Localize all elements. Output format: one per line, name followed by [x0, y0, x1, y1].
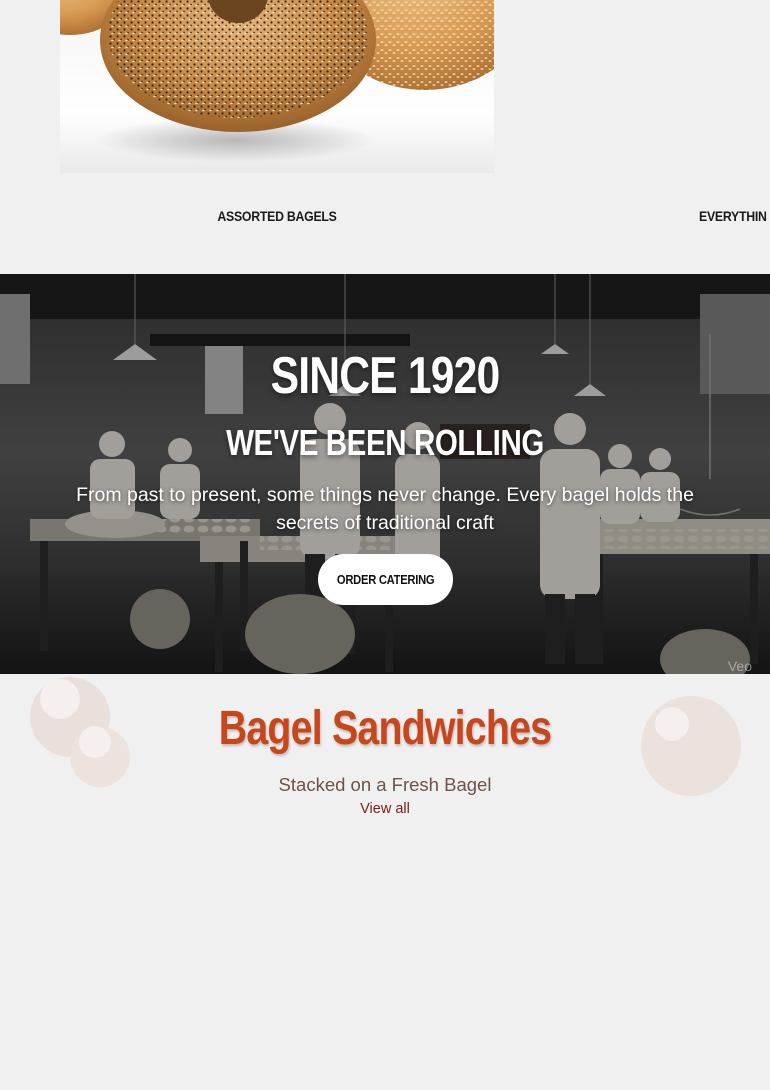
page: ASSORTED BAGELS EVERYTHIN SINCE 1920 WE'…: [0, 0, 770, 1090]
hero-subtitle: WE'VE BEEN ROLLING: [226, 422, 544, 463]
product-carousel: ASSORTED BAGELS EVERYTHIN: [0, 0, 770, 274]
product-name[interactable]: ASSORTED BAGELS: [86, 208, 468, 224]
hero-title: SINCE 1920: [270, 347, 501, 405]
view-all-link[interactable]: View all: [0, 801, 770, 817]
veo-watermark: Veo: [727, 658, 752, 674]
order-catering-button[interactable]: ORDER CATERING: [318, 554, 453, 605]
everything-bagel-photo[interactable]: [540, 0, 770, 173]
hero-description: From past to present, some things never …: [76, 484, 694, 534]
product-card-assorted-bagels[interactable]: ASSORTED BAGELS: [60, 0, 494, 260]
product-name[interactable]: EVERYTHIN: [699, 208, 770, 224]
history-hero-banner: SINCE 1920 WE'VE BEEN ROLLING From past …: [0, 274, 770, 674]
section-subtitle: Stacked on a Fresh Bagel: [278, 774, 492, 795]
bagel-sandwiches-section: Bagel Sandwiches Stacked on a Fresh Bage…: [0, 674, 770, 1090]
product-card-everything-bagel[interactable]: EVERYTHIN: [540, 0, 770, 260]
hero-dark-overlay: [0, 274, 770, 674]
assorted-bagels-photo[interactable]: [60, 0, 494, 173]
bagels-illustration: [60, 0, 494, 162]
section-title: Bagel Sandwiches: [218, 702, 552, 755]
order-catering-label: ORDER CATERING: [336, 572, 435, 587]
